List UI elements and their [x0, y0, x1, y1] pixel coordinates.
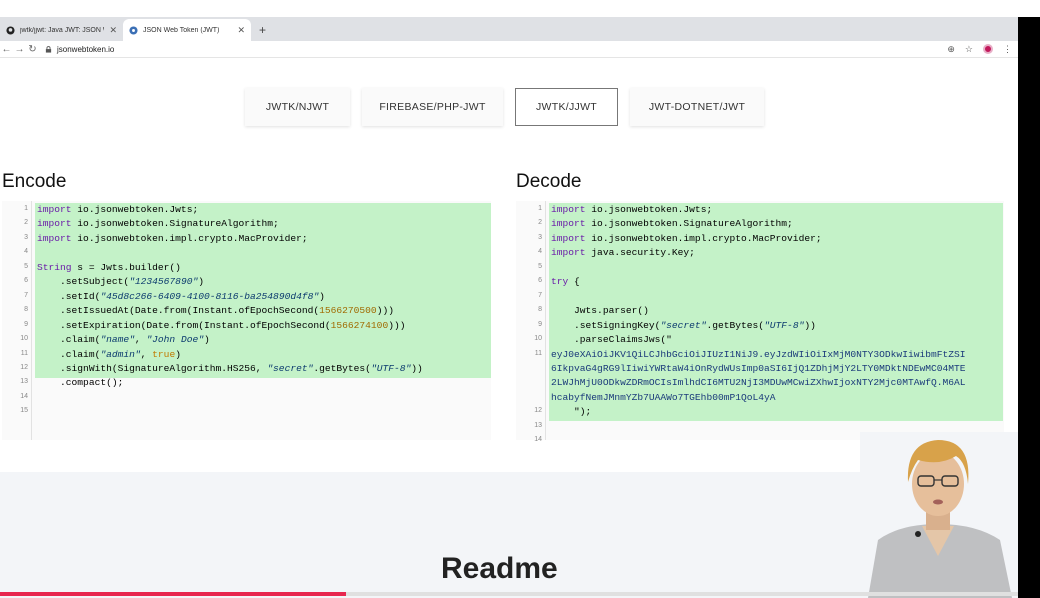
url-text: jsonwebtoken.io — [57, 44, 115, 54]
line-number: 7 — [24, 291, 28, 299]
encode-code-editor[interactable]: 1 import io.jsonwebtoken.Jwts; 2 import io.… — [2, 201, 491, 440]
line-number: 6 — [24, 277, 28, 285]
line-number: 5 — [24, 262, 28, 270]
close-icon[interactable]: ✕ — [109, 25, 117, 36]
line-number: 14 — [534, 436, 542, 444]
line-number: 11 — [534, 349, 542, 357]
menu-dots-icon[interactable]: ⋮ — [1003, 44, 1012, 55]
line-number: 3 — [538, 233, 542, 241]
back-icon[interactable]: ← — [0, 44, 13, 55]
line-number: 4 — [24, 248, 28, 256]
line-number: 9 — [24, 320, 28, 328]
code-line: try { — [551, 276, 580, 288]
reload-icon[interactable]: ↻ — [26, 44, 39, 55]
forward-icon[interactable]: → — [13, 44, 26, 55]
code-line: Jwts.parser() — [551, 305, 649, 317]
library-tab-jjwt[interactable]: JWTK/JJWT — [515, 88, 618, 126]
top-strip — [0, 0, 1040, 17]
code-line: import io.jsonwebtoken.Jwts; — [551, 204, 713, 215]
line-number: 3 — [24, 233, 28, 241]
code-line: 2LWJhMjU0ODkwZDRmOCIsImlhdCI6MTU2NjI3MDU… — [551, 377, 966, 389]
line-number: 5 — [538, 262, 542, 270]
library-tab-dotnet-jwt[interactable]: JWT-DOTNET/JWT — [630, 88, 764, 126]
github-icon — [6, 25, 15, 35]
line-number: 10 — [20, 335, 28, 343]
code-line: .setSigningKey("secret".getBytes("UTF-8"… — [551, 319, 816, 331]
lock-icon — [45, 45, 52, 53]
line-number: 11 — [20, 349, 28, 357]
code-line: .claim("name", "John Doe") — [37, 334, 210, 346]
profile-avatar[interactable] — [983, 44, 993, 54]
video-progress-bar[interactable] — [0, 592, 1018, 596]
code-line: String s = Jwts.builder() — [37, 261, 181, 273]
tab-title: JSON Web Token (JWT) — [143, 26, 220, 34]
line-number: 6 — [538, 277, 542, 285]
close-icon[interactable]: ✕ — [237, 25, 245, 36]
line-number: 4 — [538, 248, 542, 256]
new-tab-icon[interactable]: + — [259, 23, 266, 37]
tab-title: jwtk/jjwt: Java JWT: JSON Web — [20, 26, 104, 34]
code-line: .setExpiration(Date.from(Instant.ofEpoch… — [37, 319, 406, 331]
line-number: 13 — [20, 378, 28, 386]
line-number: 12 — [534, 407, 542, 415]
zoom-icon[interactable]: ⊕ — [947, 44, 955, 55]
code-line: 6IkpvaG4gRG9lIiwiYWRtaW4iOnRydWUsImp0aSI… — [551, 362, 966, 374]
line-number: 2 — [538, 219, 542, 227]
code-line: .setId("45d8c266-6409-4100-8116-ba254890… — [37, 290, 325, 302]
code-line: import java.security.Key; — [551, 247, 695, 259]
code-line: eyJ0eXAiOiJKV1QiLCJhbGciOiJIUzI1NiJ9.eyJ… — [551, 348, 966, 360]
code-line: .setSubject("1234567890") — [37, 276, 204, 288]
black-edge — [1018, 17, 1040, 598]
encode-heading: Encode — [2, 171, 67, 192]
code-line: "); — [551, 406, 592, 418]
browser-tab-jwt[interactable]: JSON Web Token (JWT) ✕ — [123, 19, 251, 41]
address-bar[interactable]: jsonwebtoken.io — [45, 45, 114, 54]
line-number: 9 — [538, 320, 542, 328]
line-number: 2 — [24, 219, 28, 227]
bookmark-star-icon[interactable]: ☆ — [965, 44, 973, 55]
decode-heading: Decode — [516, 171, 582, 192]
webcam-overlay — [860, 432, 1018, 598]
jwt-logo-icon — [129, 25, 138, 35]
code-line: import io.jsonwebtoken.SignatureAlgorith… — [37, 218, 279, 230]
line-number: 1 — [538, 205, 542, 212]
line-number: 13 — [534, 421, 542, 429]
library-tab-njwt[interactable]: JWTK/NJWT — [245, 88, 350, 126]
line-number: 1 — [24, 205, 28, 212]
video-progress-fill — [0, 592, 347, 596]
code-line: .signWith(SignatureAlgorithm.HS256, "sec… — [37, 362, 423, 374]
browser-tab-bar: jwtk/jjwt: Java JWT: JSON Web ✕ JSON Web… — [0, 17, 1018, 41]
code-line: .setIssuedAt(Date.from(Instant.ofEpochSe… — [37, 305, 394, 317]
decode-code-editor[interactable]: 1 import io.jsonwebtoken.Jwts; 2 import io.… — [516, 201, 1004, 444]
browser-tab-github[interactable]: jwtk/jjwt: Java JWT: JSON Web ✕ — [0, 19, 123, 41]
code-line: .claim("admin", true) — [37, 348, 181, 360]
code-line: import io.jsonwebtoken.impl.crypto.MacPr… — [551, 232, 822, 244]
code-line: .parseClaimsJws(" — [551, 334, 672, 346]
line-number: 15 — [20, 407, 28, 415]
line-number: 8 — [538, 306, 542, 314]
line-number: 12 — [20, 363, 28, 371]
code-line: import io.jsonwebtoken.SignatureAlgorith… — [551, 218, 793, 230]
line-number: 7 — [538, 291, 542, 299]
code-line: .compact(); — [37, 377, 124, 389]
code-line: hcabyfNemJMnmYZb7UAAWo7TGEhb00mP1QoL4yA — [551, 391, 776, 403]
readme-heading: Readme — [441, 552, 558, 585]
line-number: 10 — [534, 335, 542, 343]
code-line: import io.jsonwebtoken.impl.crypto.MacPr… — [37, 232, 308, 244]
code-line: import io.jsonwebtoken.Jwts; — [37, 204, 199, 215]
library-tab-php-jwt[interactable]: FIREBASE/PHP-JWT — [362, 88, 503, 126]
browser-toolbar: ← → ↻ jsonwebtoken.io ⊕ ☆ ⋮ — [0, 41, 1018, 58]
line-number: 14 — [20, 392, 28, 400]
line-number: 8 — [24, 306, 28, 314]
